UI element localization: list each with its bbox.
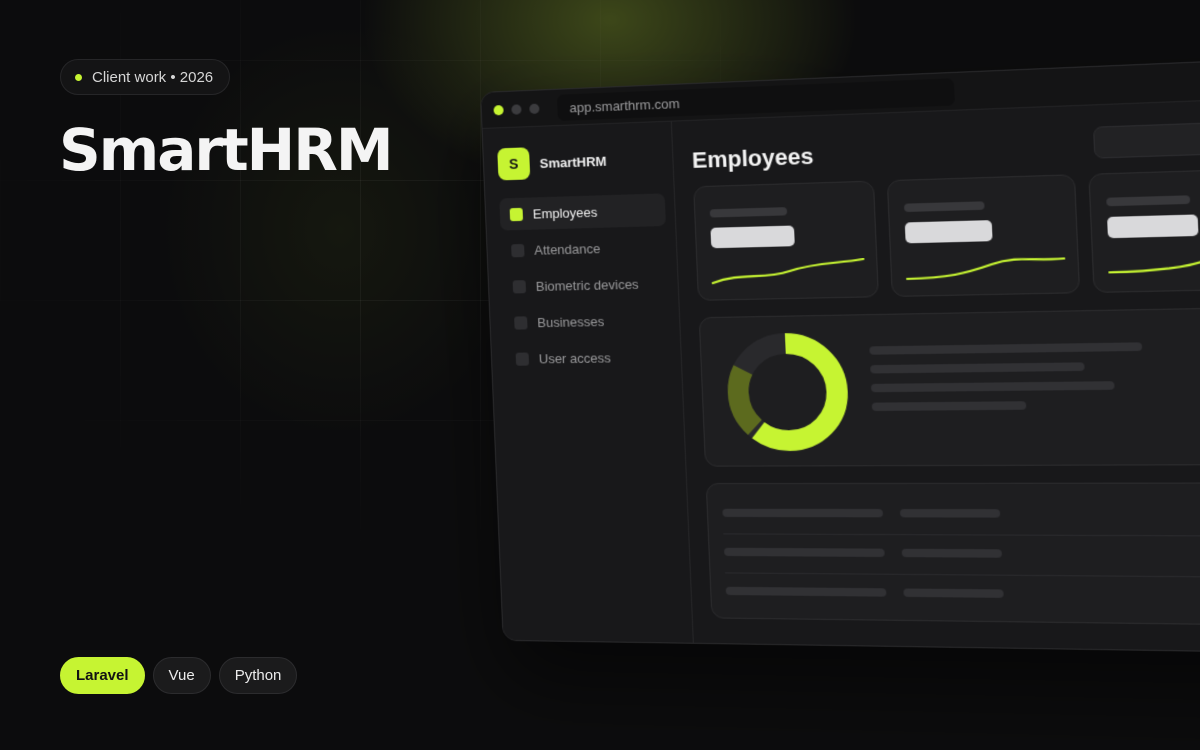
biometric-devices-icon [512, 279, 527, 293]
attendance-icon [511, 243, 525, 257]
table-cell [723, 547, 885, 557]
stat-card[interactable] [1088, 167, 1200, 293]
distribution-card[interactable] [698, 305, 1200, 467]
app-main: Employees [672, 96, 1200, 653]
address-url: app.smarthrm.com [569, 95, 681, 115]
sidebar-item-label: Attendance [533, 240, 601, 258]
window-maximize-icon[interactable] [529, 103, 540, 115]
sidebar-item-label: User access [538, 349, 612, 366]
stat-label-placeholder [903, 201, 985, 213]
brand-name: SmartHRM [539, 153, 607, 171]
employees-table [705, 482, 1200, 627]
eyebrow-text: Client work • 2026 [92, 68, 214, 86]
table-cell [901, 548, 1003, 558]
app-sidebar: S SmartHRM Employees Attendance Biometri… [482, 121, 694, 643]
row-divider [723, 533, 1200, 537]
window-minimize-icon[interactable] [511, 104, 522, 115]
sidebar-item-attendance[interactable]: Attendance [501, 230, 668, 267]
stat-label-placeholder [1106, 195, 1191, 207]
stat-value-placeholder [904, 220, 993, 244]
table-cell [722, 508, 884, 518]
page-title: Employees [691, 143, 814, 174]
stat-sparkline [709, 249, 866, 290]
stat-value-placeholder [1107, 214, 1199, 239]
app-window-mockup: app.smarthrm.com S SmartHRM Employees At… [480, 55, 1200, 655]
eyebrow-badge: Client work • 2026 [60, 59, 231, 95]
table-cell [899, 509, 1001, 518]
donut-chart [723, 330, 852, 453]
sidebar-item-biometric-devices[interactable]: Biometric devices [502, 267, 669, 303]
hero-banner: Client work • 2026 SmartHRM Laravel Vue … [0, 0, 1200, 750]
tag-vue[interactable]: Vue [152, 657, 211, 694]
sidebar-item-label: Employees [532, 204, 598, 222]
stat-label-placeholder [709, 207, 788, 218]
table-cell [903, 588, 1004, 598]
search-input[interactable] [1092, 118, 1200, 159]
text-placeholder [870, 362, 1085, 374]
app-brand[interactable]: S SmartHRM [497, 144, 607, 181]
text-placeholder [870, 381, 1115, 393]
tech-tags: Laravel Vue Python [60, 657, 298, 694]
sidebar-item-label: Businesses [536, 313, 605, 330]
tag-laravel[interactable]: Laravel [60, 657, 145, 694]
table-cell [725, 586, 887, 597]
window-close-icon[interactable] [493, 105, 504, 116]
businesses-icon [514, 315, 528, 330]
stat-sparkline [904, 244, 1068, 286]
stat-card[interactable] [886, 174, 1081, 297]
text-placeholder [869, 342, 1143, 355]
text-placeholder [871, 401, 1027, 411]
row-divider [725, 572, 1200, 579]
tag-python[interactable]: Python [218, 657, 298, 694]
stat-value-placeholder [710, 225, 795, 249]
stat-card[interactable] [693, 180, 879, 301]
user-access-icon [515, 352, 530, 366]
brand-logo-icon: S [497, 147, 531, 181]
sidebar-item-businesses[interactable]: Businesses [504, 303, 671, 338]
hero-title: SmartHRM [59, 116, 394, 184]
status-dot-icon [75, 73, 82, 81]
stat-sparkline [1106, 238, 1200, 281]
sidebar-nav: Employees Attendance Biometric devices B… [499, 193, 672, 379]
employees-icon [509, 207, 524, 221]
sidebar-item-user-access[interactable]: User access [505, 340, 672, 375]
sidebar-item-employees[interactable]: Employees [499, 193, 666, 231]
sidebar-item-label: Biometric devices [535, 276, 639, 294]
